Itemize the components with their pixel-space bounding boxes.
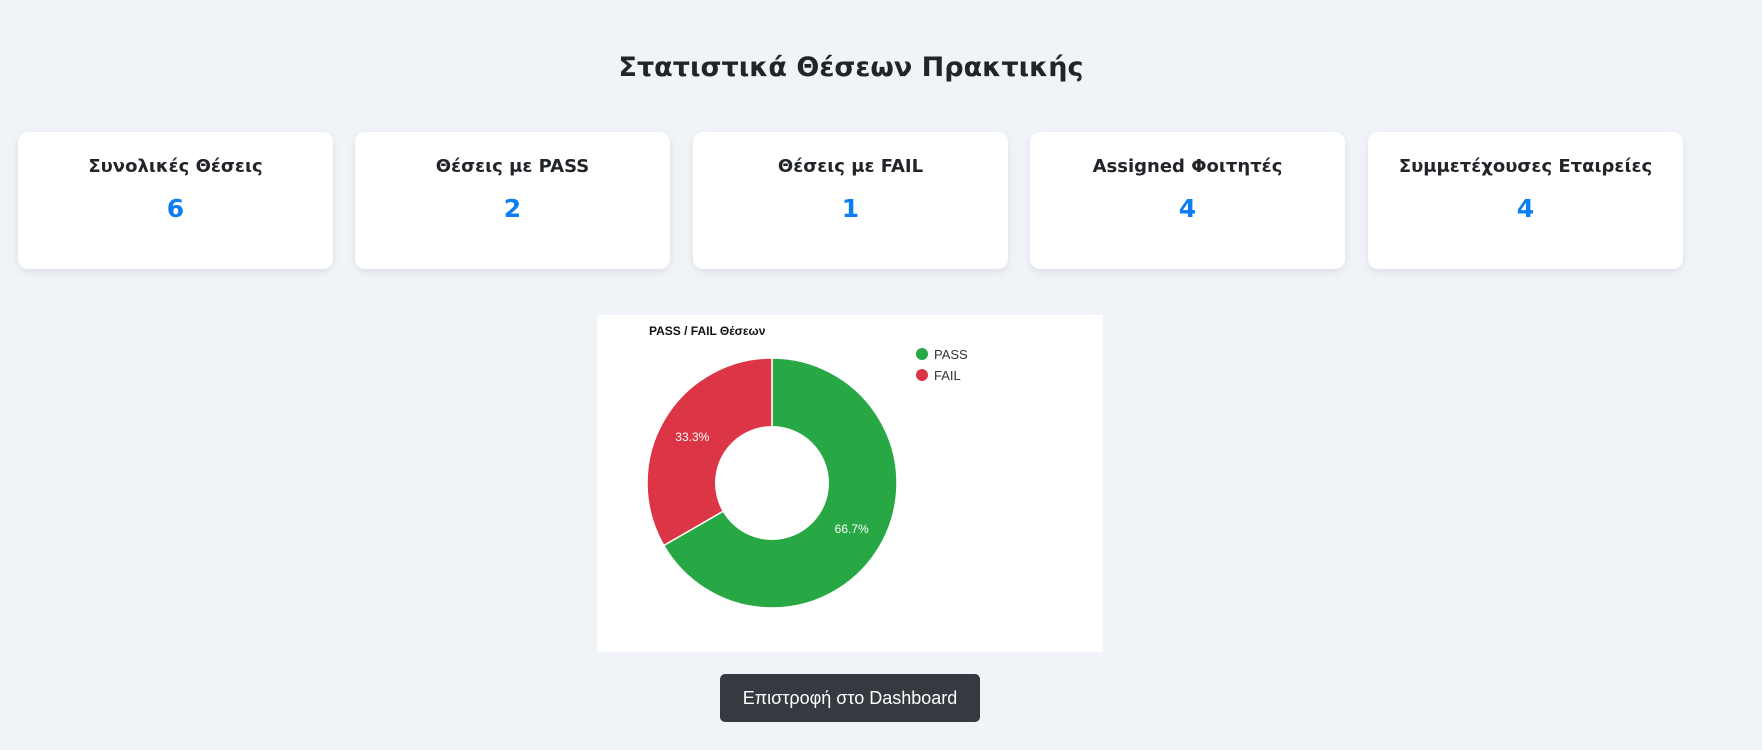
page-title: Στατιστικά Θέσεων Πρακτικής <box>618 52 1084 83</box>
chart-title: PASS / FAIL Θέσεων <box>649 324 766 338</box>
stat-value: 1 <box>841 194 860 223</box>
legend-label-pass: PASS <box>934 347 968 362</box>
pass-fail-chart: PASS / FAIL Θέσεων 66.7% 33.3% PASS FAIL <box>597 315 1103 652</box>
donut-chart-svg: PASS / FAIL Θέσεων 66.7% 33.3% PASS FAIL <box>646 324 968 609</box>
stat-value: 2 <box>503 194 522 223</box>
stat-card-total-positions: Συνολικές Θέσεις 6 <box>18 132 333 269</box>
stat-card-participating-companies: Συμμετέχουσες Εταιρείες 4 <box>1368 132 1683 269</box>
slice-label-pass: 66.7% <box>835 522 869 536</box>
stat-label: Θέσεις με PASS <box>435 156 590 177</box>
slice-label-fail: 33.3% <box>675 430 709 444</box>
stat-label: Assigned Φοιτητές <box>1092 156 1283 177</box>
stat-value: 6 <box>166 194 185 223</box>
back-to-dashboard-button[interactable]: Επιστροφή στο Dashboard <box>720 674 980 722</box>
legend-label-fail: FAIL <box>934 368 961 383</box>
legend-marker-pass <box>916 348 928 360</box>
stat-card-pass-positions: Θέσεις με PASS 2 <box>355 132 670 269</box>
donut-hole <box>715 426 829 540</box>
stat-label: Συμμετέχουσες Εταιρείες <box>1398 156 1653 177</box>
stat-label: Θέσεις με FAIL <box>777 156 924 177</box>
stat-value: 4 <box>1516 194 1535 223</box>
stat-card-assigned-students: Assigned Φοιτητές 4 <box>1030 132 1345 269</box>
stat-label: Συνολικές Θέσεις <box>88 156 263 177</box>
stat-card-fail-positions: Θέσεις με FAIL 1 <box>693 132 1008 269</box>
legend-marker-fail <box>916 369 928 381</box>
stat-value: 4 <box>1178 194 1197 223</box>
